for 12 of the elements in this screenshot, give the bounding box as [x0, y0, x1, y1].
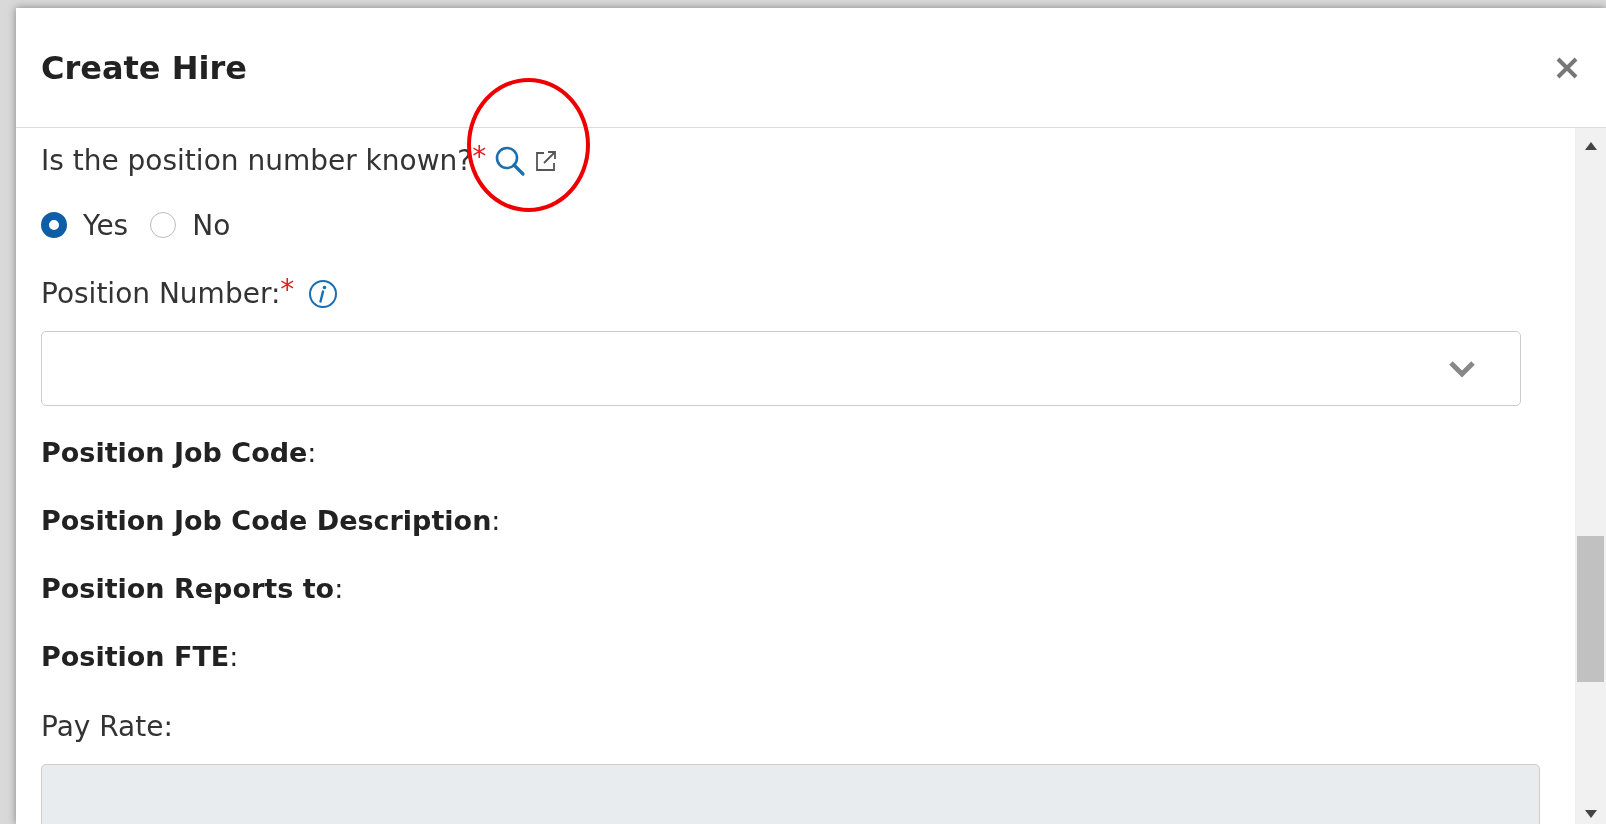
field-label: Pay Rate: [41, 709, 173, 745]
field-label: Position Number: [41, 276, 281, 312]
option-label: Yes [83, 208, 129, 242]
question-label: Is the position number known? [41, 143, 473, 179]
detail-label: Position Job Code: [41, 436, 318, 470]
detail-label: Position Job Code Description: [41, 504, 502, 538]
required-mark: * [280, 275, 295, 305]
detail-label: Position Reports to: [41, 572, 345, 606]
required-mark: * [472, 142, 487, 172]
detail-label: Position FTE: [41, 640, 240, 674]
dialog-title: Create Hire [41, 48, 247, 87]
option-label: No [192, 208, 231, 242]
